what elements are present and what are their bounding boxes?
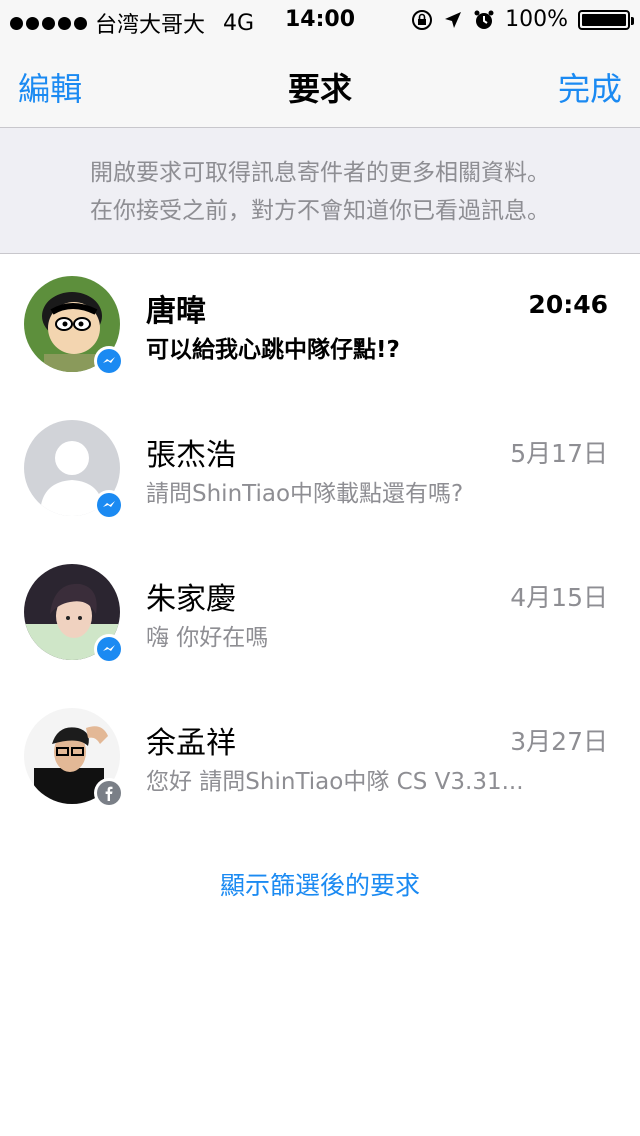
facebook-badge: [94, 778, 124, 808]
request-message-preview: 可以給我心跳中隊仔點!?: [146, 337, 400, 363]
battery-icon: [578, 9, 634, 30]
request-date: 20:46: [528, 290, 608, 319]
rotation-lock-icon: [412, 9, 433, 30]
messenger-icon: [97, 493, 121, 517]
messenger-badge: [94, 346, 124, 376]
location-arrow-icon: [445, 11, 462, 28]
avatar-container: [24, 708, 124, 808]
request-sender-name: 張杰浩: [146, 438, 236, 473]
avatar-container: [24, 276, 124, 376]
request-row[interactable]: 唐暐 可以給我心跳中隊仔點!? 20:46: [0, 254, 640, 398]
request-date: 3月27日: [510, 727, 608, 756]
status-bar: 台湾大哥大 4G 14:00 100%: [0, 0, 640, 40]
banner-line-1: 開啟要求可取得訊息寄件者的更多相關資料。: [90, 160, 550, 186]
request-message-preview: 您好 請問ShinTiao中隊 CS V3.31...: [146, 769, 524, 795]
facebook-icon: [97, 781, 121, 805]
show-filtered-requests-link[interactable]: 顯示篩選後的要求: [0, 866, 640, 902]
messenger-icon: [97, 637, 121, 661]
request-date: 4月15日: [510, 583, 608, 612]
request-message-preview: 嗨 你好在嗎: [146, 625, 269, 651]
done-button[interactable]: 完成: [558, 64, 622, 110]
info-banner: 開啟要求可取得訊息寄件者的更多相關資料。 在你接受之前，對方不會知道你已看過訊息…: [0, 128, 640, 254]
page-title: 要求: [287, 70, 352, 108]
request-sender-name: 唐暐: [146, 294, 206, 329]
request-date: 5月17日: [510, 439, 608, 468]
request-row[interactable]: 余孟祥 您好 請問ShinTiao中隊 CS V3.31... 3月27日: [0, 686, 640, 830]
request-message-preview: 請問ShinTiao中隊載點還有嗎?: [146, 481, 464, 507]
request-sender-name: 余孟祥: [146, 726, 236, 761]
request-sender-name: 朱家慶: [146, 582, 236, 617]
messenger-icon: [97, 349, 121, 373]
alarm-icon: [474, 10, 494, 29]
messenger-badge: [94, 490, 124, 520]
status-right: 100%: [411, 7, 634, 32]
request-row[interactable]: 張杰浩 請問ShinTiao中隊載點還有嗎? 5月17日: [0, 398, 640, 542]
avatar-container: [24, 564, 124, 664]
messenger-badge: [94, 634, 124, 664]
banner-line-2: 在你接受之前，對方不會知道你已看過訊息。: [90, 198, 550, 224]
avatar-container: [24, 420, 124, 520]
request-row[interactable]: 朱家慶 嗨 你好在嗎 4月15日: [0, 542, 640, 686]
battery-percent: 100%: [505, 7, 568, 32]
navigation-bar: 編輯 要求 完成: [0, 40, 640, 128]
